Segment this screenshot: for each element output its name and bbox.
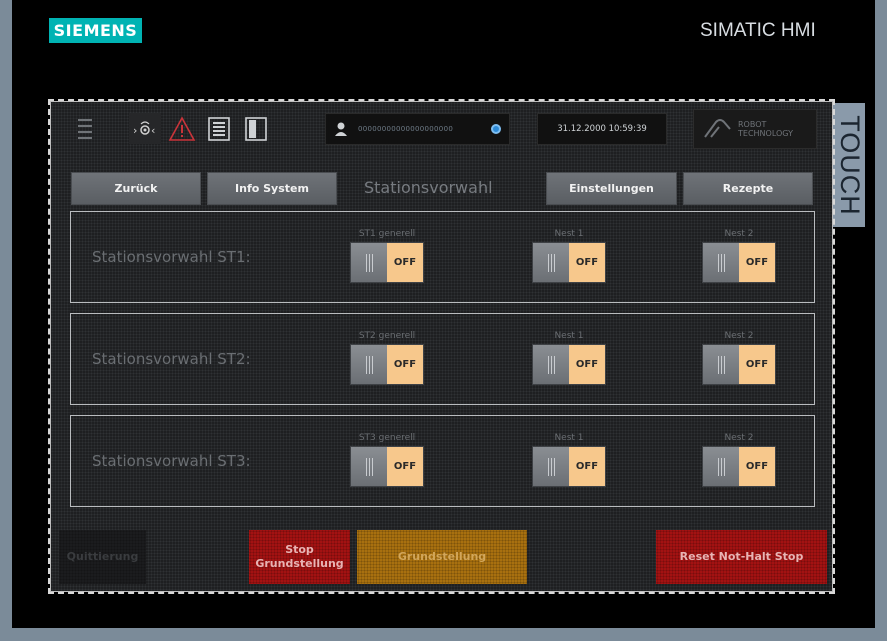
info-system-button[interactable]: Info System (207, 172, 337, 205)
logo-line1: ROBOT (738, 120, 767, 129)
station-panel-st3: Stationsvorwahl ST3: ST3 generell OFF Ne… (70, 415, 815, 507)
back-button[interactable]: Zurück (71, 172, 201, 205)
user-id: 00000000000000000000 (358, 125, 454, 133)
switch-state: OFF (387, 243, 423, 282)
product-name: SIMATIC HMI (700, 20, 816, 41)
station-label: Stationsvorwahl ST1: (92, 248, 251, 266)
toggle-switch[interactable]: OFF (702, 344, 776, 385)
switch-group: Nest 2 OFF (702, 331, 776, 385)
switch-caption: Nest 2 (724, 229, 754, 239)
recipes-button[interactable]: Rezepte (683, 172, 813, 205)
station-panel-st2: Stationsvorwahl ST2: ST2 generell OFF Ne… (70, 313, 815, 405)
station-label: Stationsvorwahl ST2: (92, 350, 251, 368)
switch-caption: Nest 1 (554, 331, 584, 341)
switch-caption: ST3 generell (358, 433, 416, 443)
switch-caption: ST1 generell (358, 229, 416, 239)
toggle-switch[interactable]: OFF (532, 242, 606, 283)
svg-text:›: › (133, 124, 137, 137)
stop-home-button[interactable]: Stop Grundstellung (249, 530, 350, 584)
toggle-switch[interactable]: OFF (350, 242, 424, 283)
switch-state: OFF (569, 345, 605, 384)
switch-caption: Nest 1 (554, 433, 584, 443)
switch-knob (533, 243, 569, 282)
switch-group: Nest 1 OFF (532, 331, 606, 385)
switch-knob (703, 345, 739, 384)
toggle-switch[interactable]: OFF (532, 446, 606, 487)
switch-knob (351, 447, 387, 486)
user-field[interactable]: 00000000000000000000 (325, 113, 510, 145)
siemens-logo: SIEMENS (49, 18, 142, 43)
stop-home-line2: Grundstellung (255, 557, 344, 570)
warning-icon[interactable] (167, 114, 197, 144)
switch-caption: Nest 2 (724, 331, 754, 341)
settings-button[interactable]: Einstellungen (546, 172, 677, 205)
svg-text:‹: ‹ (151, 124, 155, 137)
switch-group: Nest 2 OFF (702, 229, 776, 283)
robot-logo-icon (704, 119, 731, 138)
switch-caption: Nest 1 (554, 229, 584, 239)
home-position-button[interactable]: Grundstellung (357, 530, 527, 584)
top-bar: › ‹ 00000000000000000000 31.12.2000 10:59… (51, 102, 832, 158)
switch-knob (703, 243, 739, 282)
switch-group: Nest 2 OFF (702, 433, 776, 487)
door-icon[interactable] (241, 114, 271, 144)
toggle-switch[interactable]: OFF (350, 446, 424, 487)
switch-group: ST1 generell OFF (350, 229, 424, 283)
switch-knob (703, 447, 739, 486)
toggle-switch[interactable]: OFF (532, 344, 606, 385)
hmi-screen: › ‹ 00000000000000000000 31.12.2000 10:59… (48, 99, 835, 594)
station-label: Stationsvorwahl ST3: (92, 452, 251, 470)
sensor-icon[interactable]: › ‹ (129, 113, 161, 144)
menu-icon[interactable] (75, 119, 95, 139)
station-panel-st1: Stationsvorwahl ST1: ST1 generell OFF Ne… (70, 211, 815, 303)
switch-group: Nest 1 OFF (532, 433, 606, 487)
switch-caption: ST2 generell (358, 331, 416, 341)
touch-label: TOUCH (833, 103, 865, 227)
toggle-switch[interactable]: OFF (350, 344, 424, 385)
logo-line2: TECHNOLOGY (738, 129, 793, 138)
switch-caption: Nest 2 (724, 433, 754, 443)
reset-emergency-stop-button[interactable]: Reset Not-Halt Stop (656, 530, 827, 584)
switch-knob (351, 345, 387, 384)
switch-group: ST2 generell OFF (350, 331, 424, 385)
switch-state: OFF (569, 447, 605, 486)
acknowledge-button[interactable]: Quittierung (59, 530, 146, 584)
switch-state: OFF (387, 447, 423, 486)
switch-state: OFF (569, 243, 605, 282)
switch-state: OFF (739, 345, 775, 384)
switch-knob (533, 447, 569, 486)
settings-dot-icon[interactable] (491, 124, 501, 134)
switch-group: Nest 1 OFF (532, 229, 606, 283)
company-logo: ROBOT TECHNOLOGY (693, 109, 817, 149)
user-icon (335, 122, 347, 136)
switch-state: OFF (739, 243, 775, 282)
datetime-display: 31.12.2000 10:59:39 (537, 113, 667, 145)
toggle-switch[interactable]: OFF (702, 242, 776, 283)
toggle-switch[interactable]: OFF (702, 446, 776, 487)
stop-home-line1: Stop (285, 543, 314, 556)
list-icon[interactable] (205, 114, 233, 144)
page-title: Stationsvorwahl (364, 178, 493, 197)
switch-knob (351, 243, 387, 282)
switch-knob (533, 345, 569, 384)
switch-state: OFF (387, 345, 423, 384)
switch-state: OFF (739, 447, 775, 486)
switch-group: ST3 generell OFF (350, 433, 424, 487)
